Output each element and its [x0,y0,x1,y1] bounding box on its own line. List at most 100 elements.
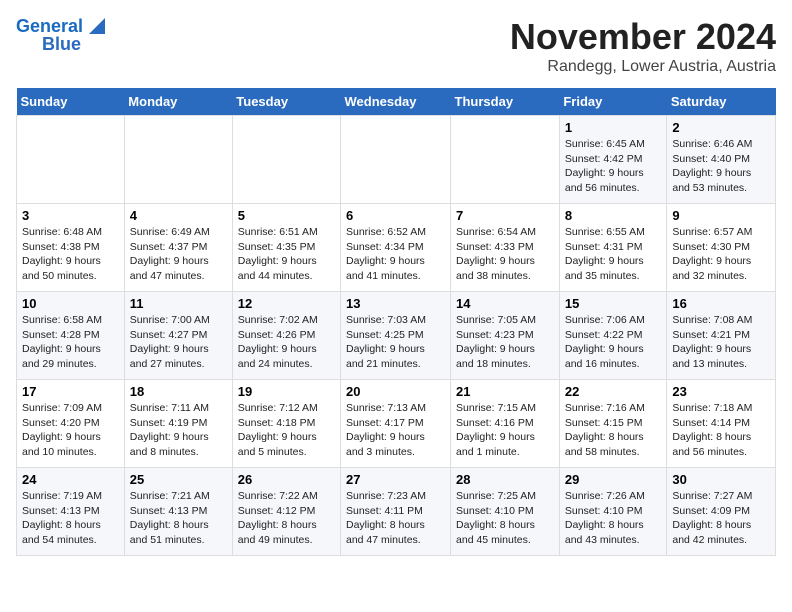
header-friday: Friday [559,88,667,116]
day-cell: 27Sunrise: 7:23 AM Sunset: 4:11 PM Dayli… [341,468,451,556]
week-row-1: 1 Sunrise: 6:45 AM Sunset: 4:42 PM Daylig… [17,116,776,204]
day-number: 23 [672,384,770,399]
day-number: 25 [130,472,227,487]
day-info: Sunrise: 7:16 AM Sunset: 4:15 PM Dayligh… [565,401,662,460]
day-number: 2 [672,120,770,135]
day-info: Sunrise: 7:06 AM Sunset: 4:22 PM Dayligh… [565,313,662,372]
day-number: 30 [672,472,770,487]
day-number: 15 [565,296,662,311]
day-cell: 23 Sunrise: 7:18 AM Sunset: 4:14 PM Dayli… [667,380,776,468]
header-tuesday: Tuesday [232,88,340,116]
day-number: 6 [346,208,445,223]
day-info: Sunrise: 7:18 AM Sunset: 4:14 PM Dayligh… [672,401,770,460]
day-cell: 22 Sunrise: 7:16 AM Sunset: 4:15 PM Dayli… [559,380,667,468]
day-cell: 20Sunrise: 7:13 AM Sunset: 4:17 PM Dayli… [341,380,451,468]
day-number: 11 [130,296,227,311]
day-info: Sunrise: 7:21 AM Sunset: 4:13 PM Dayligh… [130,489,227,548]
logo-blue: Blue [42,34,81,55]
day-info: Sunrise: 7:22 AM Sunset: 4:12 PM Dayligh… [238,489,335,548]
title-block: November 2024 Randegg, Lower Austria, Au… [510,16,776,76]
day-cell: 25 Sunrise: 7:21 AM Sunset: 4:13 PM Dayli… [124,468,232,556]
day-number: 14 [456,296,554,311]
day-info: Sunrise: 7:03 AM Sunset: 4:25 PM Dayligh… [346,313,445,372]
day-info: Sunrise: 7:09 AM Sunset: 4:20 PM Dayligh… [22,401,119,460]
logo-icon [83,16,105,38]
month-title: November 2024 [510,16,776,58]
day-number: 7 [456,208,554,223]
day-info: Sunrise: 7:00 AM Sunset: 4:27 PM Dayligh… [130,313,227,372]
header-wednesday: Wednesday [341,88,451,116]
day-cell: 2 Sunrise: 6:46 AM Sunset: 4:40 PM Daylig… [667,116,776,204]
day-number: 20 [346,384,445,399]
day-info: Sunrise: 7:05 AM Sunset: 4:23 PM Dayligh… [456,313,554,372]
header-thursday: Thursday [451,88,560,116]
week-row-5: 24Sunrise: 7:19 AM Sunset: 4:13 PM Dayli… [17,468,776,556]
day-number: 16 [672,296,770,311]
day-cell: 6 Sunrise: 6:52 AM Sunset: 4:34 PM Daylig… [341,204,451,292]
day-number: 28 [456,472,554,487]
day-number: 12 [238,296,335,311]
day-info: Sunrise: 6:52 AM Sunset: 4:34 PM Dayligh… [346,225,445,284]
day-cell: 11 Sunrise: 7:00 AM Sunset: 4:27 PM Dayli… [124,292,232,380]
day-info: Sunrise: 6:45 AM Sunset: 4:42 PM Dayligh… [565,137,662,196]
header-monday: Monday [124,88,232,116]
location-subtitle: Randegg, Lower Austria, Austria [510,58,776,76]
day-info: Sunrise: 6:57 AM Sunset: 4:30 PM Dayligh… [672,225,770,284]
day-cell [341,116,451,204]
day-info: Sunrise: 7:27 AM Sunset: 4:09 PM Dayligh… [672,489,770,548]
day-cell: 13 Sunrise: 7:03 AM Sunset: 4:25 PM Dayli… [341,292,451,380]
day-info: Sunrise: 6:55 AM Sunset: 4:31 PM Dayligh… [565,225,662,284]
day-info: Sunrise: 6:48 AM Sunset: 4:38 PM Dayligh… [22,225,119,284]
day-number: 10 [22,296,119,311]
day-cell: 4Sunrise: 6:49 AM Sunset: 4:37 PM Daylig… [124,204,232,292]
day-cell: 21Sunrise: 7:15 AM Sunset: 4:16 PM Dayli… [451,380,560,468]
day-info: Sunrise: 7:02 AM Sunset: 4:26 PM Dayligh… [238,313,335,372]
day-cell: 14 Sunrise: 7:05 AM Sunset: 4:23 PM Dayli… [451,292,560,380]
day-info: Sunrise: 7:25 AM Sunset: 4:10 PM Dayligh… [456,489,554,548]
day-number: 19 [238,384,335,399]
day-cell [232,116,340,204]
day-cell: 10 Sunrise: 6:58 AM Sunset: 4:28 PM Dayli… [17,292,125,380]
day-number: 18 [130,384,227,399]
day-cell [17,116,125,204]
header-row: SundayMondayTuesdayWednesdayThursdayFrid… [17,88,776,116]
day-cell: 18Sunrise: 7:11 AM Sunset: 4:19 PM Dayli… [124,380,232,468]
day-cell: 7 Sunrise: 6:54 AM Sunset: 4:33 PM Daylig… [451,204,560,292]
day-cell: 29Sunrise: 7:26 AM Sunset: 4:10 PM Dayli… [559,468,667,556]
day-number: 5 [238,208,335,223]
day-cell: 15 Sunrise: 7:06 AM Sunset: 4:22 PM Dayli… [559,292,667,380]
day-cell: 17 Sunrise: 7:09 AM Sunset: 4:20 PM Dayli… [17,380,125,468]
calendar-body: 1 Sunrise: 6:45 AM Sunset: 4:42 PM Daylig… [17,116,776,556]
day-info: Sunrise: 6:51 AM Sunset: 4:35 PM Dayligh… [238,225,335,284]
day-info: Sunrise: 6:46 AM Sunset: 4:40 PM Dayligh… [672,137,770,196]
day-info: Sunrise: 7:26 AM Sunset: 4:10 PM Dayligh… [565,489,662,548]
logo: General Blue [16,16,105,55]
day-cell [124,116,232,204]
day-number: 22 [565,384,662,399]
day-number: 3 [22,208,119,223]
calendar-table: SundayMondayTuesdayWednesdayThursdayFrid… [16,88,776,556]
day-cell: 9 Sunrise: 6:57 AM Sunset: 4:30 PM Daylig… [667,204,776,292]
day-cell: 5 Sunrise: 6:51 AM Sunset: 4:35 PM Daylig… [232,204,340,292]
calendar-header: SundayMondayTuesdayWednesdayThursdayFrid… [17,88,776,116]
week-row-3: 10 Sunrise: 6:58 AM Sunset: 4:28 PM Dayli… [17,292,776,380]
page-header: General Blue November 2024 Randegg, Lowe… [16,16,776,76]
day-number: 26 [238,472,335,487]
day-number: 4 [130,208,227,223]
day-cell: 30 Sunrise: 7:27 AM Sunset: 4:09 PM Dayli… [667,468,776,556]
day-number: 13 [346,296,445,311]
day-number: 21 [456,384,554,399]
day-cell: 12 Sunrise: 7:02 AM Sunset: 4:26 PM Dayli… [232,292,340,380]
day-number: 9 [672,208,770,223]
day-cell: 16Sunrise: 7:08 AM Sunset: 4:21 PM Dayli… [667,292,776,380]
day-cell [451,116,560,204]
day-cell: 26 Sunrise: 7:22 AM Sunset: 4:12 PM Dayli… [232,468,340,556]
day-info: Sunrise: 7:12 AM Sunset: 4:18 PM Dayligh… [238,401,335,460]
day-info: Sunrise: 6:54 AM Sunset: 4:33 PM Dayligh… [456,225,554,284]
header-sunday: Sunday [17,88,125,116]
day-number: 24 [22,472,119,487]
day-info: Sunrise: 6:58 AM Sunset: 4:28 PM Dayligh… [22,313,119,372]
day-number: 17 [22,384,119,399]
day-number: 1 [565,120,662,135]
day-cell: 8Sunrise: 6:55 AM Sunset: 4:31 PM Daylig… [559,204,667,292]
